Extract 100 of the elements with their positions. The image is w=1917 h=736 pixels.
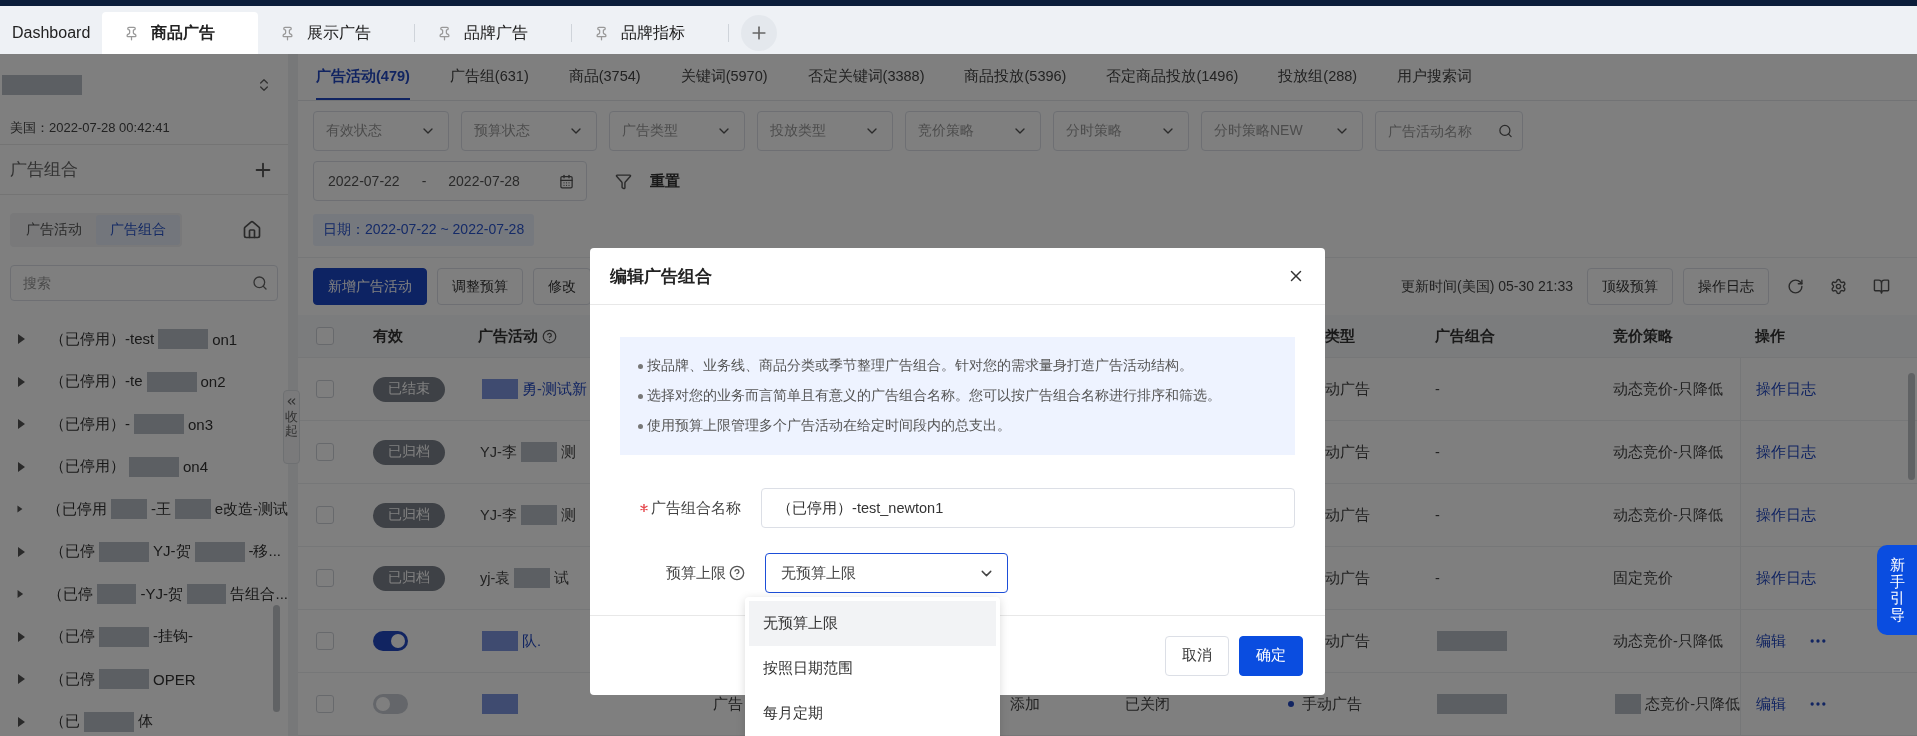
table-cell: 固定竞价 [1613, 568, 1673, 588]
column-header: 竞价策略 [1613, 326, 1673, 346]
checkbox[interactable] [316, 443, 334, 461]
filter-icon[interactable] [615, 172, 632, 190]
tree-item-text[interactable]: （已停用）-test [50, 329, 155, 349]
table-cell: YJ-李 [480, 505, 517, 525]
tree-item-text[interactable]: -挂钩- [153, 627, 193, 647]
tab[interactable]: 关键词(5970) [680, 54, 768, 100]
action-link[interactable]: 操作日志 [1756, 568, 1816, 588]
toolbar-button[interactable]: 操作日志 [1683, 268, 1769, 305]
campaign-link[interactable]: 队. [522, 631, 542, 651]
page-tab[interactable]: 展示广告 [258, 12, 415, 54]
tab[interactable]: 否定关键词(3388) [807, 54, 925, 100]
page-tab[interactable]: 品牌广告 [415, 12, 572, 54]
tree-item-text[interactable]: （已停 [50, 542, 95, 562]
checkbox[interactable] [316, 327, 334, 345]
guide-button[interactable]: 新手引导 [1877, 545, 1917, 635]
redacted-block [174, 499, 211, 520]
date-tag: 日期：2022-07-22 ~ 2022-07-28 [313, 214, 535, 246]
caret-icon[interactable] [16, 673, 26, 686]
tree-item-text[interactable]: -移... [248, 542, 281, 562]
tree-item-text[interactable]: on3 [188, 415, 214, 433]
table-cell: - [1435, 444, 1440, 460]
dropdown-option[interactable]: 无预算上限 [749, 601, 996, 646]
campaign-link[interactable]: 勇-测试新 [522, 379, 587, 399]
action-link[interactable]: 操作日志 [1756, 379, 1816, 399]
toolbar-button[interactable]: 修改 [533, 268, 591, 305]
checkbox[interactable] [316, 569, 334, 587]
reset-button[interactable]: 重置 [644, 171, 686, 191]
caret-icon[interactable] [16, 503, 24, 516]
collapse-button[interactable]: 收起 [283, 390, 300, 464]
confirm-button[interactable]: 确定 [1239, 635, 1303, 676]
primary-button[interactable]: 新增广告活动 [313, 268, 427, 305]
tree-item-text[interactable]: -王 [150, 499, 171, 519]
table-cell: 添加 [1010, 694, 1040, 714]
segment-tab[interactable]: 广告组合 [96, 215, 180, 245]
checkbox[interactable] [316, 695, 334, 713]
toggle-switch[interactable] [373, 694, 408, 714]
redacted-block [482, 694, 518, 714]
tree-item-text[interactable]: OPER [153, 670, 196, 688]
table-cell: - [1435, 507, 1440, 523]
toggle-switch[interactable] [373, 631, 408, 651]
tree-item-text[interactable]: （已停用） [50, 457, 125, 477]
tab[interactable]: 否定商品投放(1496) [1106, 54, 1239, 100]
tree-item-text[interactable]: 体 [138, 712, 153, 732]
tree-item-text[interactable]: on4 [183, 458, 209, 476]
segment-tab[interactable]: 广告活动 [12, 215, 96, 245]
tree-item-text[interactable]: （已停 [47, 584, 93, 604]
tree-item-text[interactable]: YJ-贺 [153, 542, 191, 562]
tab[interactable]: 用户搜索词 [1397, 54, 1473, 100]
toolbar-button[interactable]: 调整预算 [437, 268, 523, 305]
pin-icon [594, 25, 610, 41]
caret-icon[interactable] [16, 460, 26, 473]
settings-icon[interactable] [1830, 278, 1847, 295]
select-field[interactable]: 无预算上限 [765, 553, 1008, 593]
tab[interactable]: 广告活动(479) [316, 54, 410, 100]
table-cell: 广告 [713, 694, 743, 714]
table-cell: 测 [560, 505, 576, 525]
checkbox[interactable] [316, 506, 334, 524]
checkbox[interactable] [316, 380, 334, 398]
tree-item-text[interactable]: （已停 [50, 627, 95, 647]
add-tab-button[interactable] [741, 15, 778, 51]
dropdown-option[interactable]: 按照日期范围 [749, 646, 996, 691]
tree-item-text[interactable]: 告组合... [230, 584, 288, 604]
toolbar-button[interactable]: 顶级预算 [1587, 268, 1673, 305]
refresh-icon[interactable] [1787, 278, 1804, 295]
dropdown-option[interactable]: 每月定期 [749, 691, 996, 736]
input-field[interactable]: （已停用）-test_newton1 [761, 488, 1295, 528]
tree-item-text[interactable]: e改造-测试 [214, 499, 288, 519]
action-link[interactable]: 操作日志 [1756, 442, 1816, 462]
book-icon[interactable] [1873, 278, 1890, 295]
tree-item-text[interactable]: （已停用）-te [50, 372, 143, 392]
tree-item-text[interactable]: （已停 [50, 669, 95, 689]
page-tab[interactable]: 品牌指标 [572, 12, 729, 54]
tab[interactable]: 广告组(631) [449, 54, 529, 100]
tab[interactable]: 商品(3754) [568, 54, 641, 100]
tree-item-text[interactable]: on1 [212, 330, 238, 348]
caret-icon[interactable] [16, 545, 26, 558]
tree-item-text[interactable]: on2 [200, 373, 226, 391]
table-cell: yj-袁 [480, 568, 511, 588]
caret-icon[interactable] [16, 418, 26, 431]
action-link[interactable]: 编辑 [1756, 694, 1786, 714]
tree-item-text[interactable]: （已停用）- [50, 414, 130, 434]
caret-icon[interactable] [16, 715, 26, 728]
home-icon[interactable] [242, 220, 262, 240]
tab[interactable]: 商品投放(5396) [964, 54, 1067, 100]
tree-item-text[interactable]: （已 [50, 712, 80, 732]
page-tab[interactable]: Dashboard [0, 12, 103, 54]
page-tab[interactable]: 商品广告 [102, 12, 259, 54]
tree-item-text[interactable]: -YJ-贺 [140, 584, 183, 604]
checkbox[interactable] [316, 632, 334, 650]
caret-icon[interactable] [16, 333, 26, 346]
cancel-button[interactable]: 取消 [1165, 635, 1229, 676]
tab[interactable]: 投放组(288) [1278, 54, 1358, 100]
action-link[interactable]: 操作日志 [1756, 505, 1816, 525]
caret-icon[interactable] [16, 630, 26, 643]
action-link[interactable]: 编辑 [1756, 631, 1786, 651]
tree-item-text[interactable]: （已停用 [47, 499, 108, 519]
caret-icon[interactable] [16, 375, 26, 388]
date-range-field[interactable]: 2022-07-22 - 2022-07-28 [313, 161, 587, 201]
